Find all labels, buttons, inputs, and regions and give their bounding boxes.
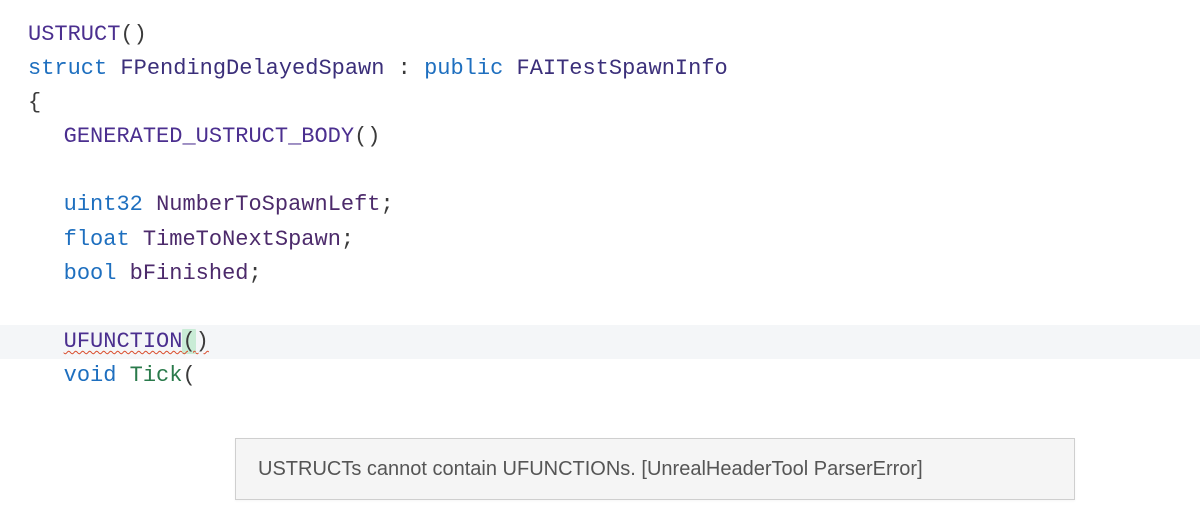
macro-ufunction-error[interactable]: UFUNCTION bbox=[64, 329, 183, 354]
member-name: TimeToNextSpawn bbox=[143, 227, 341, 252]
type-name: FPendingDelayedSpawn bbox=[120, 56, 384, 81]
inherit-colon: : bbox=[384, 56, 424, 81]
paren-close: ) bbox=[196, 329, 209, 354]
code-line: void Tick( bbox=[28, 359, 1200, 393]
code-line: float TimeToNextSpawn; bbox=[28, 223, 1200, 257]
code-line: GENERATED_USTRUCT_BODY() bbox=[28, 120, 1200, 154]
semicolon: ; bbox=[248, 261, 261, 286]
paren-pair: () bbox=[120, 22, 146, 47]
code-line: { bbox=[28, 86, 1200, 120]
open-brace: { bbox=[28, 90, 41, 115]
keyword-public: public bbox=[424, 56, 503, 81]
paren-pair: () bbox=[354, 124, 380, 149]
macro-ustruct: USTRUCT bbox=[28, 22, 120, 47]
paren-open: ( bbox=[182, 363, 195, 388]
type-float: float bbox=[64, 227, 130, 252]
blank-line bbox=[28, 154, 1200, 188]
error-tooltip: USTRUCTs cannot contain UFUNCTIONs. [Unr… bbox=[235, 438, 1075, 500]
code-line: bool bFinished; bbox=[28, 257, 1200, 291]
base-type-name: FAITestSpawnInfo bbox=[517, 56, 728, 81]
code-line-active: UFUNCTION() bbox=[0, 325, 1200, 359]
semicolon: ; bbox=[381, 192, 394, 217]
code-line: USTRUCT() bbox=[28, 18, 1200, 52]
paren-open: ( bbox=[182, 329, 195, 354]
type-uint32: uint32 bbox=[64, 192, 143, 217]
member-name: NumberToSpawnLeft bbox=[156, 192, 380, 217]
type-bool: bool bbox=[64, 261, 117, 286]
blank-line bbox=[28, 291, 1200, 325]
code-line: uint32 NumberToSpawnLeft; bbox=[28, 188, 1200, 222]
keyword-struct: struct bbox=[28, 56, 107, 81]
error-tooltip-text: USTRUCTs cannot contain UFUNCTIONs. [Unr… bbox=[258, 458, 923, 480]
code-line: struct FPendingDelayedSpawn : public FAI… bbox=[28, 52, 1200, 86]
macro-generated-body: GENERATED_USTRUCT_BODY bbox=[64, 124, 354, 149]
type-void: void bbox=[64, 363, 117, 388]
member-name: bFinished bbox=[130, 261, 249, 286]
function-name: Tick bbox=[130, 363, 183, 388]
semicolon: ; bbox=[341, 227, 354, 252]
code-editor[interactable]: USTRUCT() struct FPendingDelayedSpawn : … bbox=[0, 0, 1200, 393]
